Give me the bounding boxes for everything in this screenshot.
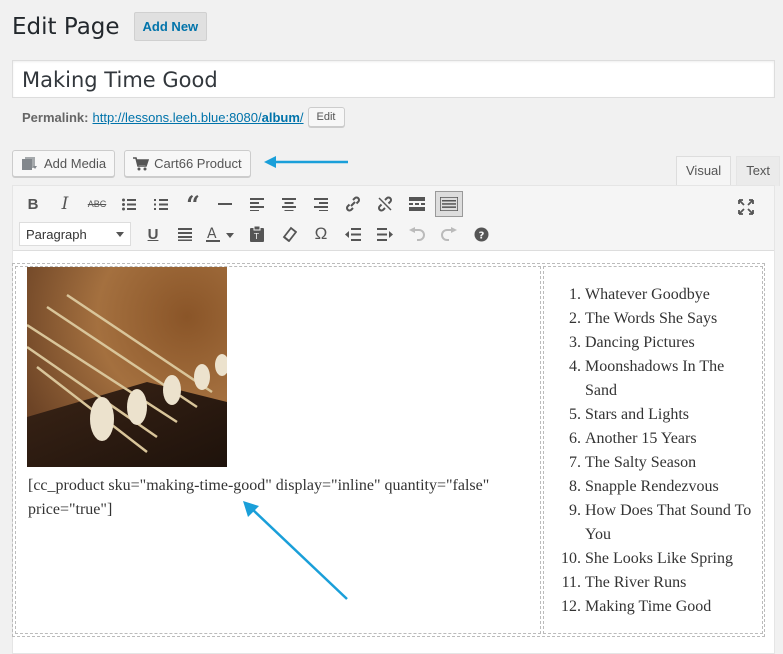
bold-icon[interactable]: B <box>19 191 47 217</box>
annotation-arrow-up-left <box>243 501 348 600</box>
strikethrough-icon[interactable]: ABC <box>83 191 111 217</box>
list-item: 5. Stars and Lights <box>545 403 755 427</box>
add-new-button[interactable]: Add New <box>133 12 208 41</box>
justify-icon[interactable] <box>171 221 199 247</box>
undo-icon[interactable] <box>403 221 431 247</box>
read-more-icon[interactable] <box>403 191 431 217</box>
track-number: 12. <box>561 598 581 615</box>
track-number: 1. <box>569 286 581 303</box>
track-title: Whatever Goodbye <box>585 286 710 303</box>
toolbar-row-1: B I ABC “ <box>19 190 467 219</box>
tab-visual[interactable]: Visual <box>676 156 732 186</box>
list-item: 9. How Does That Sound To You <box>545 499 755 547</box>
underline-icon[interactable]: U <box>139 221 167 247</box>
permalink-edit-button[interactable]: Edit <box>307 107 345 127</box>
list-item: 6. Another 15 Years <box>545 427 755 451</box>
list-item: 4. Moonshadows In The Sand <box>545 355 755 403</box>
editor-tabs: Visual Text <box>671 156 781 186</box>
media-icon <box>22 156 37 170</box>
track-number: 6. <box>569 430 581 447</box>
permalink-link[interactable]: http://lessons.leeh.blue:8080/album/ <box>92 110 303 125</box>
clear-formatting-icon[interactable] <box>275 221 303 247</box>
track-number: 9. <box>569 502 581 519</box>
list-item: 8. Snapple Rendezvous <box>545 475 755 499</box>
permalink-slug: album <box>261 109 300 125</box>
fullscreen-icon[interactable] <box>732 194 760 220</box>
add-media-button[interactable]: Add Media <box>12 150 116 177</box>
svg-text:A: A <box>207 226 217 242</box>
album-image <box>27 267 227 467</box>
text-color-icon[interactable]: A <box>203 221 239 247</box>
permalink-url-suffix: / <box>299 109 304 125</box>
redo-icon[interactable] <box>435 221 463 247</box>
italic-icon[interactable]: I <box>51 191 79 217</box>
track-title: Stars and Lights <box>585 406 689 423</box>
track-number: 11. <box>561 574 581 591</box>
track-title: The Words She Says <box>585 310 718 327</box>
list-item: 1. Whatever Goodbye <box>545 283 755 307</box>
paste-text-icon[interactable]: T <box>243 221 271 247</box>
format-select[interactable]: Paragraph <box>19 222 131 246</box>
track-number: 3. <box>569 334 581 351</box>
align-center-icon[interactable] <box>275 191 303 217</box>
track-title: She Looks Like Spring <box>585 550 733 567</box>
track-number: 7. <box>569 454 581 471</box>
cart-icon <box>133 156 150 170</box>
link-icon[interactable] <box>339 191 367 217</box>
svg-text:T: T <box>253 232 259 241</box>
permalink-url-prefix: http://lessons.leeh.blue:8080/ <box>92 109 262 125</box>
numbered-list-icon[interactable] <box>147 191 175 217</box>
track-number: 10. <box>561 550 581 567</box>
indent-icon[interactable] <box>371 221 399 247</box>
page-header: Edit Page Add New <box>12 12 208 41</box>
permalink-label: Permalink: <box>22 109 89 125</box>
title-field[interactable]: Making Time Good <box>12 60 775 98</box>
toolbar-row-2: Paragraph U A T Ω ? <box>19 220 499 248</box>
horizontal-rule-icon[interactable] <box>211 191 239 217</box>
list-item: 2. The Words She Says <box>545 307 755 331</box>
title-input[interactable]: Making Time Good <box>22 67 765 93</box>
media-buttons: Add Media Cart66 Product <box>12 150 260 177</box>
track-number: 8. <box>569 478 581 495</box>
cart66-product-button[interactable]: Cart66 Product <box>124 150 251 177</box>
track-title: Moonshadows In The Sand <box>585 358 725 399</box>
outdent-icon[interactable] <box>339 221 367 247</box>
track-title: Another 15 Years <box>585 430 697 447</box>
unlink-icon[interactable] <box>371 191 399 217</box>
annotation-arrow-right <box>264 156 348 168</box>
add-media-label: Add Media <box>44 156 107 171</box>
cart66-product-label: Cart66 Product <box>154 156 242 171</box>
track-list: 1. Whatever Goodbye 2. The Words She Says … <box>545 283 755 619</box>
editor-toolbar: B I ABC “ Paragraph U A T Ω ? <box>13 186 774 251</box>
track-number: 4. <box>569 358 581 375</box>
special-character-icon[interactable]: Ω <box>307 221 335 247</box>
list-item: 11. The River Runs <box>545 571 755 595</box>
permalink-row: Permalink: http://lessons.leeh.blue:8080… <box>22 107 345 127</box>
track-title: Dancing Pictures <box>585 334 695 351</box>
track-title: How Does That Sound To You <box>585 502 752 543</box>
svg-text:?: ? <box>478 230 484 241</box>
align-right-icon[interactable] <box>307 191 335 217</box>
bullet-list-icon[interactable] <box>115 191 143 217</box>
list-item: 3. Dancing Pictures <box>545 331 755 355</box>
list-item: 7. The Salty Season <box>545 451 755 475</box>
chevron-down-icon <box>116 231 124 237</box>
blockquote-icon[interactable]: “ <box>179 190 207 219</box>
align-left-icon[interactable] <box>243 191 271 217</box>
track-title: The River Runs <box>585 574 687 591</box>
page-title: Edit Page <box>12 13 120 40</box>
track-title: Snapple Rendezvous <box>585 478 719 495</box>
track-number: 2. <box>569 310 581 327</box>
format-select-value: Paragraph <box>26 226 87 242</box>
list-item: 12. Making Time Good <box>545 595 755 619</box>
tab-text[interactable]: Text <box>736 156 781 186</box>
track-title: Making Time Good <box>585 598 712 615</box>
toolbar-toggle-icon[interactable] <box>435 191 463 217</box>
track-title: The Salty Season <box>585 454 697 471</box>
list-item: 10. She Looks Like Spring <box>545 547 755 571</box>
track-number: 5. <box>569 406 581 423</box>
help-icon[interactable]: ? <box>467 221 495 247</box>
